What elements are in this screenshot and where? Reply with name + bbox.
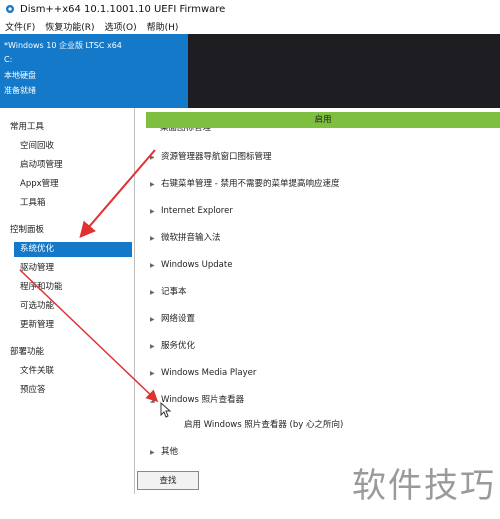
sidebar-item-answer-file[interactable]: 预应答: [20, 383, 130, 398]
search-button[interactable]: 查找: [137, 471, 199, 490]
optimize-panel: [135, 108, 500, 494]
expand-arrow-icon[interactable]: ▶: [150, 366, 158, 382]
option-row-other[interactable]: ▶ 其他: [150, 444, 178, 460]
collapse-arrow-icon[interactable]: ◢: [150, 393, 158, 409]
sidebar-item-toolbox[interactable]: 工具箱: [20, 196, 130, 211]
section-common-tools: 常用工具: [10, 122, 45, 132]
expand-arrow-icon[interactable]: ▶: [150, 231, 158, 247]
option-row[interactable]: ▶ Windows Update: [150, 257, 232, 273]
mouse-cursor-icon: [160, 402, 172, 418]
sidebar-item-file-assoc[interactable]: 文件关联: [20, 364, 130, 379]
window-title: Dism++x64 10.1.1001.10 UEFI Firmware: [20, 3, 226, 15]
watermark-text: 软件技巧: [352, 466, 496, 506]
sidebar-item-appx[interactable]: Appx管理: [20, 177, 130, 192]
option-row[interactable]: ▶ Windows Media Player: [150, 365, 256, 381]
expand-arrow-icon[interactable]: ▶: [150, 312, 158, 328]
sub-option-enable-photo-viewer[interactable]: 启用 Windows 照片查看器 (by 心之所向): [184, 417, 343, 433]
expand-arrow-icon[interactable]: ▶: [150, 445, 158, 461]
expand-arrow-icon[interactable]: ▶: [150, 177, 158, 193]
menu-file[interactable]: 文件(F): [0, 20, 40, 33]
disk-type: 本地硬盘: [4, 71, 36, 80]
status-text: 准备就绪: [4, 86, 36, 95]
menu-restore[interactable]: 恢复功能(R): [40, 20, 99, 33]
section-deploy: 部署功能: [10, 347, 45, 357]
option-row[interactable]: ▶ 服务优化: [150, 338, 195, 354]
section-control-panel: 控制面板: [10, 225, 45, 235]
sidebar-item-optional-features[interactable]: 可选功能: [20, 299, 130, 314]
app-gear-icon: [6, 5, 14, 13]
sidebar-item-space-cleanup[interactable]: 空间回收: [20, 139, 130, 154]
title-bar: Dism++x64 10.1.1001.10 UEFI Firmware: [0, 0, 500, 18]
sidebar-item-programs[interactable]: 程序和功能: [20, 280, 130, 295]
sidebar-item-system-optimize[interactable]: 系统优化: [14, 242, 132, 257]
option-row[interactable]: ▶ 资源管理器导航窗口图标管理: [150, 149, 272, 165]
option-row[interactable]: ▶ 记事本: [150, 284, 187, 300]
system-name: *Windows 10 企业版 LTSC x64: [4, 41, 122, 50]
expand-arrow-icon[interactable]: ▶: [150, 150, 158, 166]
expand-arrow-icon[interactable]: ▶: [150, 258, 158, 274]
enable-header-bar[interactable]: 启用: [146, 112, 500, 128]
option-row[interactable]: ▶ 网络设置: [150, 311, 195, 327]
option-row[interactable]: ▶ 右键菜单管理 - 禁用不需要的菜单提高响应速度: [150, 176, 339, 192]
drive-letter: C:: [4, 55, 13, 64]
menu-help[interactable]: 帮助(H): [142, 20, 184, 33]
expand-arrow-icon[interactable]: ▶: [150, 339, 158, 355]
menu-options[interactable]: 选项(O): [99, 20, 141, 33]
menu-bar: 文件(F) 恢复功能(R) 选项(O) 帮助(H): [0, 18, 500, 34]
sidebar-item-startup[interactable]: 启动项管理: [20, 158, 130, 173]
sidebar-item-drivers[interactable]: 驱动管理: [20, 261, 130, 276]
sidebar: 常用工具 空间回收 启动项管理 Appx管理 工具箱 控制面板 系统优化 驱动管…: [0, 108, 135, 494]
option-row[interactable]: ▶ 微软拼音输入法: [150, 230, 221, 246]
session-info-panel[interactable]: *Windows 10 企业版 LTSC x64 C: 本地硬盘 准备就绪: [0, 34, 188, 108]
option-row[interactable]: ▶ Internet Explorer: [150, 203, 233, 219]
expand-arrow-icon[interactable]: ▶: [150, 204, 158, 220]
expand-arrow-icon[interactable]: ▶: [150, 285, 158, 301]
session-list-area: [188, 34, 500, 108]
sidebar-item-updates[interactable]: 更新管理: [20, 318, 130, 333]
